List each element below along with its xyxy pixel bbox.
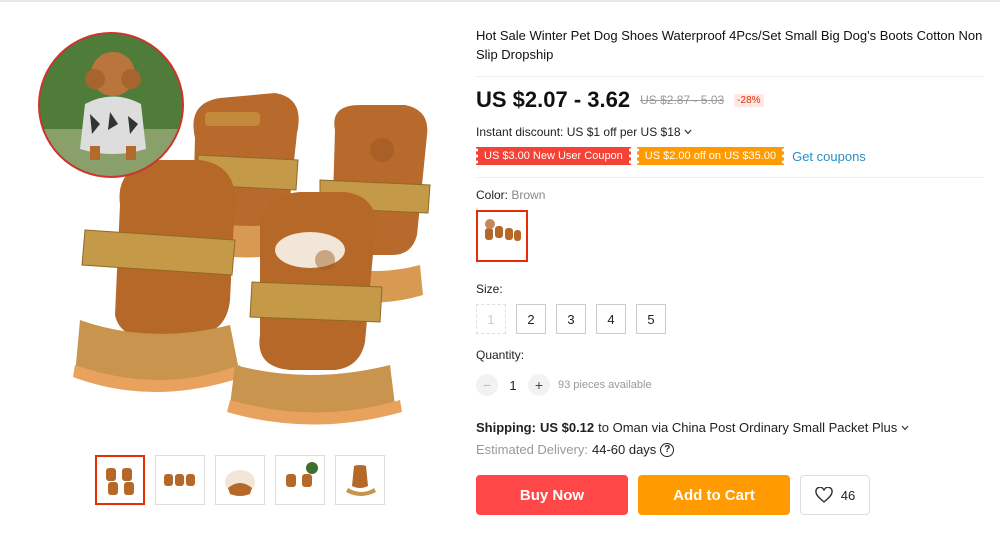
size-label: Size: [476, 282, 503, 296]
shipping-route: to Oman via China Post Ordinary Small Pa… [598, 420, 898, 435]
color-label: Color: [476, 188, 509, 202]
boots-thumbnail-icon [485, 219, 521, 241]
size-option-5[interactable]: 5 [636, 304, 666, 334]
instant-discount-text: Instant discount: US $1 off per US $18 [476, 125, 681, 139]
size-option-4[interactable]: 4 [596, 304, 626, 334]
shipping-row[interactable]: Shipping: US $0.12 to Oman via China Pos… [476, 420, 986, 435]
action-buttons: Buy Now Add to Cart 46 [476, 475, 986, 515]
thumbnail-1[interactable] [95, 455, 145, 505]
quantity-stepper: − 1 + 93 pieces available [476, 374, 986, 396]
price-row: US $2.07 - 3.62 US $2.87 - 5.03 -28% [476, 87, 986, 113]
size-option-1[interactable]: 1 [476, 304, 506, 334]
size-options: 1 2 3 4 5 [476, 304, 986, 334]
size-option-2[interactable]: 2 [516, 304, 546, 334]
size-option-3[interactable]: 3 [556, 304, 586, 334]
thumbnail-2[interactable] [155, 455, 205, 505]
instant-discount[interactable]: Instant discount: US $1 off per US $18 [476, 125, 986, 139]
wishlist-count: 46 [840, 487, 856, 503]
coupon-row: US $3.00 New User Coupon US $2.00 off on… [475, 147, 986, 165]
product-title: Hot Sale Winter Pet Dog Shoes Waterproof… [476, 28, 983, 62]
quantity-minus-button[interactable]: − [476, 374, 498, 396]
chevron-down-icon [684, 129, 692, 135]
shipping-cost: US $0.12 [539, 420, 595, 435]
thumbnail-3[interactable] [215, 455, 265, 505]
quantity-plus-button[interactable]: + [528, 374, 550, 396]
discount-badge: -28% [734, 93, 764, 107]
new-user-coupon[interactable]: US $3.00 New User Coupon [475, 147, 632, 165]
product-gallery [30, 20, 450, 520]
delivery-label: Estimated Delivery: [476, 442, 588, 457]
boot-front-left [73, 160, 243, 392]
top-divider [0, 0, 1000, 2]
shipping-label: Shipping: [476, 420, 536, 435]
get-coupons-link[interactable]: Get coupons [792, 149, 866, 164]
dog-photo-inset [38, 32, 184, 178]
delivery-row: Estimated Delivery: 44-60 days ? [476, 442, 986, 457]
coupon-divider [476, 177, 984, 178]
thumbnail-strip [95, 455, 385, 505]
original-price: US $2.87 - 5.03 [640, 93, 725, 107]
color-selected-value: Brown [511, 188, 546, 202]
title-divider [476, 76, 984, 77]
wishlist-button[interactable]: 46 [800, 475, 870, 515]
thumbnail-4[interactable] [275, 455, 325, 505]
color-label-row: Color: Brown [476, 188, 986, 202]
current-price: US $2.07 - 3.62 [476, 87, 631, 112]
buy-now-button[interactable]: Buy Now [476, 475, 628, 515]
delivery-value: 44-60 days [591, 442, 657, 457]
quantity-available: 93 pieces available [558, 379, 652, 391]
help-icon[interactable]: ? [660, 442, 675, 457]
quantity-label: Quantity: [476, 348, 525, 362]
thumbnail-5[interactable] [335, 455, 385, 505]
add-to-cart-button[interactable]: Add to Cart [638, 475, 790, 515]
product-info: Hot Sale Winter Pet Dog Shoes Waterproof… [475, 26, 986, 515]
quantity-value[interactable]: 1 [498, 378, 528, 393]
store-coupon[interactable]: US $2.00 off on US $35.00 [635, 147, 786, 165]
color-swatch-brown[interactable] [476, 210, 528, 262]
heart-icon [815, 487, 833, 503]
chevron-down-icon [901, 425, 909, 430]
